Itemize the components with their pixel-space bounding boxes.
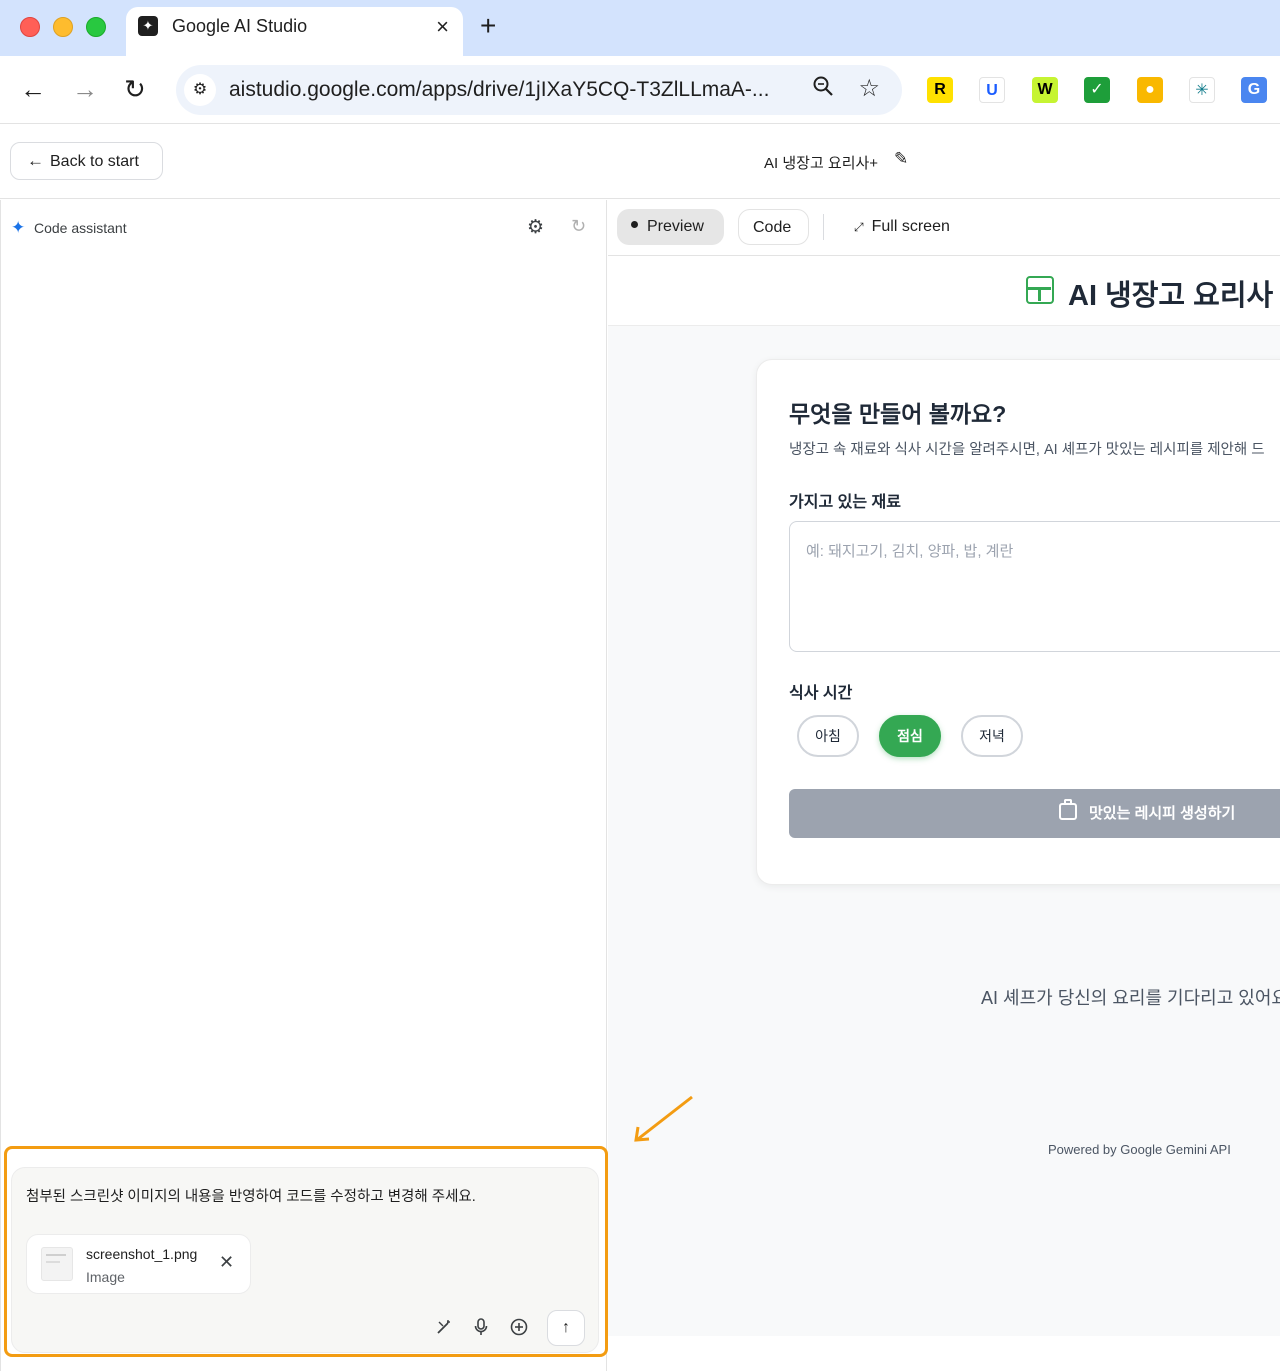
browser-tab[interactable]: ✦ Google AI Studio × [126,7,463,56]
reload-icon[interactable]: ↻ [124,74,146,104]
remove-attachment-icon[interactable]: ✕ [219,1252,234,1273]
add-circle-icon[interactable] [510,1318,528,1341]
image-thumbnail-icon [41,1247,73,1281]
preview-app-title: AI 냉장고 요리사 [1068,280,1274,312]
chat-input-box[interactable]: 첨부된 스크린샷 이미지의 내용을 반영하여 코드를 수정하고 변경해 주세요.… [11,1167,599,1353]
code-assistant-title: Code assistant [34,220,127,236]
sparkle-icon: ✦ [11,218,26,237]
prompt-text[interactable]: 첨부된 스크린샷 이미지의 내용을 반영하여 코드를 수정하고 변경해 주세요. [26,1185,476,1206]
tab-code-label: Code [753,219,792,236]
tab-divider [823,214,824,240]
microphone-icon[interactable] [474,1318,488,1341]
back-arrow-icon: ← [27,151,44,170]
form-description: 냉장고 속 재료와 식사 시간을 알려주시면, AI 셰프가 맛있는 레시피를 … [789,442,1265,458]
attachment-name: screenshot_1.png [86,1246,198,1262]
refresh-icon[interactable]: ↻ [571,216,586,237]
bulb-extension-icon[interactable]: ● [1137,77,1163,103]
fullscreen-icon: ⤢ [854,220,864,234]
check-extension-icon[interactable]: ✓ [1084,77,1110,103]
send-button[interactable]: ↑ [547,1310,585,1346]
site-settings-icon[interactable]: ⚙ [184,74,216,106]
app-header: ← Back to start AI 냉장고 요리사+ ✎ [0,125,1280,199]
address-bar[interactable]: ⚙ aistudio.google.com/apps/drive/1jIXaY5… [176,65,902,115]
browser-tab-strip: ✦ Google AI Studio × + [0,0,1280,56]
annotation-arrow-icon [634,1095,693,1142]
maximize-window-button[interactable] [86,17,106,37]
code-assistant-panel: ✦ Code assistant ⚙ ↻ 첨부된 스크린샷 이미지의 내용을 반… [0,200,608,1371]
u-extension-icon[interactable]: U [979,77,1005,103]
generate-recipe-button[interactable]: 맛있는 레시피 생성하기 [789,789,1280,838]
minimize-window-button[interactable] [53,17,73,37]
waiting-message: AI 셰프가 당신의 요리를 기다리고 있어요 [981,988,1280,1008]
bag-icon [1059,799,1077,820]
generate-recipe-label: 맛있는 레시피 생성하기 [1089,805,1236,822]
network-extension-icon[interactable]: ✳ [1189,77,1215,103]
tab-code[interactable]: Code [738,209,809,245]
tab-title: Google AI Studio [172,16,308,36]
new-tab-button[interactable]: + [480,10,496,42]
magic-wand-icon[interactable] [435,1318,453,1341]
tab-preview[interactable]: Preview [617,209,724,245]
screen: ✦ Google AI Studio × + ← → ↻ ⚙ aistudio.… [0,0,1280,1371]
fullscreen-label: Full screen [871,218,950,235]
forward-arrow-icon[interactable]: → [72,74,98,104]
close-window-button[interactable] [20,17,40,37]
attachment-chip[interactable]: screenshot_1.png Image ✕ [26,1234,251,1294]
meal-chip-breakfast[interactable]: 아침 [797,715,859,757]
ingredients-input[interactable] [789,521,1280,652]
zoom-icon[interactable] [812,75,834,103]
meal-chip-dinner[interactable]: 저녁 [961,715,1023,757]
powered-by-text: Powered by Google Gemini API [1048,1142,1231,1157]
tab-close-icon[interactable]: × [436,14,449,40]
meal-chip-lunch[interactable]: 점심 [879,715,941,757]
tab-preview-label: Preview [647,218,704,235]
view-tabs: Preview Code ⤢ Full screen [608,200,1280,256]
recipe-form-card: 무엇을 만들어 볼까요? 냉장고 속 재료와 식사 시간을 알려주시면, AI … [756,359,1280,885]
translate-extension-icon[interactable]: G [1241,77,1267,103]
form-heading: 무엇을 만들어 볼까요? [789,401,1007,427]
r-extension-icon[interactable]: R [927,77,953,103]
url-text[interactable]: aistudio.google.com/apps/drive/1jIXaY5CQ… [229,78,789,102]
app-title: AI 냉장고 요리사+ [764,155,879,172]
preview-app-header: AI 냉장고 요리사 [608,256,1280,326]
browser-toolbar: ← → ↻ ⚙ aistudio.google.com/apps/drive/1… [0,56,1280,124]
fridge-logo-icon [1026,276,1054,304]
active-dot-icon [631,221,638,229]
fullscreen-button[interactable]: ⤢ Full screen [840,209,980,245]
preview-panel: Preview Code ⤢ Full screen AI 냉장고 요리사 무엇을… [608,200,1280,1371]
app-preview: AI 냉장고 요리사 무엇을 만들어 볼까요? 냉장고 속 재료와 식사 시간을… [608,256,1280,1336]
ai-studio-favicon-icon: ✦ [138,16,158,36]
bookmark-star-icon[interactable]: ☆ [858,74,880,103]
settings-gear-icon[interactable]: ⚙ [527,216,544,239]
w-extension-icon[interactable]: W [1032,77,1058,103]
back-arrow-icon[interactable]: ← [20,74,46,104]
back-to-start-label: Back to start [50,153,139,170]
attachment-type: Image [86,1269,125,1285]
back-to-start-button[interactable]: ← Back to start [10,142,163,180]
edit-pencil-icon[interactable]: ✎ [894,149,908,169]
meal-time-label: 식사 시간 [789,685,853,702]
ingredients-label: 가지고 있는 재료 [789,494,901,511]
arrow-up-icon: ↑ [562,1319,570,1336]
